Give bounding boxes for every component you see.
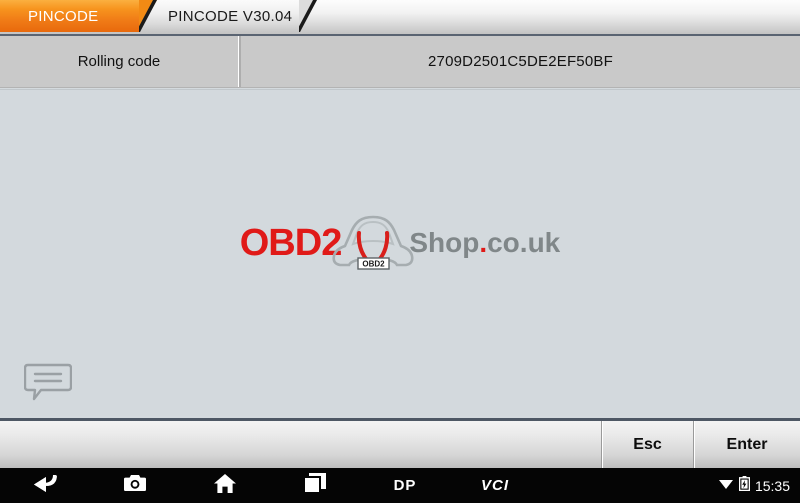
tab-pincode[interactable]: PINCODE bbox=[0, 0, 157, 32]
tab-pincode-arrow-icon bbox=[139, 0, 157, 32]
clock-time: 15:35 bbox=[754, 477, 790, 494]
watermark-brand-text: OBD2 bbox=[239, 222, 343, 264]
wifi-icon bbox=[718, 477, 734, 495]
nav-icon-group: DP VCI bbox=[0, 468, 540, 503]
nav-vci-button[interactable]: VCI bbox=[450, 468, 540, 503]
watermark-tld: co.uk bbox=[487, 227, 561, 258]
watermark-car-logo-icon: OBD2 bbox=[331, 213, 415, 273]
vci-label: VCI bbox=[480, 477, 509, 494]
rolling-code-value: 2709D2501C5DE2EF50BF bbox=[428, 53, 613, 70]
esc-button[interactable]: Esc bbox=[601, 421, 693, 468]
content-area: OBD2 OBD2 Shop .co.uk bbox=[0, 89, 800, 416]
tab-pincode-v3004[interactable]: PINCODE V30.04 bbox=[140, 0, 317, 32]
enter-button[interactable]: Enter bbox=[693, 421, 800, 468]
nav-dp-logo[interactable]: DP bbox=[360, 468, 450, 503]
home-icon bbox=[213, 473, 237, 499]
camera-icon bbox=[123, 473, 147, 498]
dp-logo-text: DP bbox=[393, 477, 417, 494]
status-area: 15:35 bbox=[718, 468, 790, 503]
message-bubble-icon[interactable] bbox=[23, 362, 73, 402]
nav-recent-apps-button[interactable] bbox=[270, 468, 360, 503]
tab-pincode-label: PINCODE bbox=[28, 7, 99, 25]
nav-screenshot-button[interactable] bbox=[90, 468, 180, 503]
watermark-domain: .co.uk bbox=[479, 229, 560, 257]
tab-bar: PINCODE PINCODE V30.04 bbox=[0, 0, 800, 36]
watermark: OBD2 OBD2 Shop .co.uk bbox=[0, 213, 800, 273]
bottom-button-bar: Esc Enter bbox=[0, 418, 800, 468]
tab-pincode-v3004-label: PINCODE V30.04 bbox=[168, 7, 293, 25]
watermark-dot: . bbox=[479, 227, 488, 258]
tablet-screen: PINCODE PINCODE V30.04 Rolling code 2709… bbox=[0, 0, 800, 503]
rolling-code-row: Rolling code 2709D2501C5DE2EF50BF bbox=[0, 36, 800, 88]
android-navigation-bar: DP VCI 15:35 bbox=[0, 468, 800, 503]
watermark-shop-text: Shop bbox=[409, 227, 480, 258]
tab-pincode-v3004-arrow-icon bbox=[299, 0, 317, 32]
nav-back-button[interactable] bbox=[0, 468, 90, 503]
battery-icon bbox=[738, 475, 751, 496]
rolling-code-label: Rolling code bbox=[0, 36, 239, 87]
button-bar-spacer bbox=[0, 421, 601, 468]
recent-apps-icon bbox=[303, 472, 327, 499]
back-icon bbox=[32, 473, 58, 498]
nav-home-button[interactable] bbox=[180, 468, 270, 503]
watermark-plate-text: OBD2 bbox=[363, 260, 386, 269]
